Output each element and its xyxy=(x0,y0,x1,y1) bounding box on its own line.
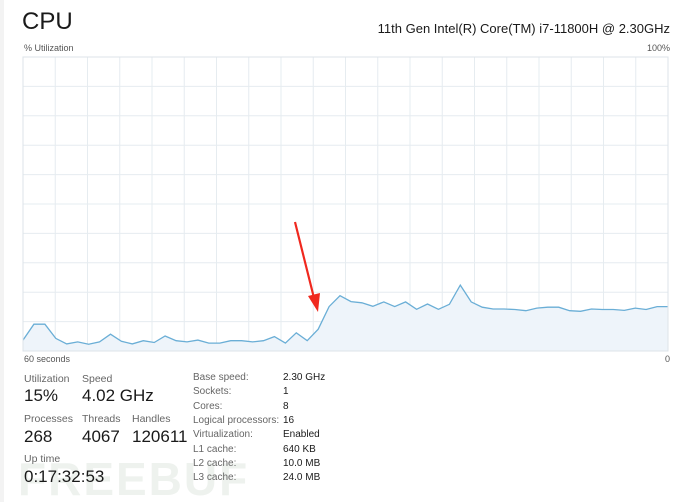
utilization-label: Utilization xyxy=(24,373,70,385)
threads-label: Threads xyxy=(82,413,121,425)
speed-label: Speed xyxy=(82,373,113,385)
red-arrow-annotation xyxy=(293,221,320,312)
processes-value: 268 xyxy=(24,427,53,446)
cpu-performance-panel: FREEBUF CPU 11th Gen Intel(R) Core(TM) i… xyxy=(0,0,690,502)
uptime-value: 0:17:32:53 xyxy=(24,467,105,486)
processes-label: Processes xyxy=(24,413,74,425)
threads-value: 4067 xyxy=(82,427,120,446)
handles-label: Handles xyxy=(132,413,171,425)
x-left-label: 60 seconds xyxy=(24,354,71,364)
x-right-label: 0 xyxy=(665,354,671,364)
handles-value: 120611 xyxy=(132,427,188,446)
speed-value: 4.02 GHz xyxy=(82,386,154,405)
uptime-label: Up time xyxy=(24,453,61,465)
utilization-value: 15% xyxy=(24,386,59,405)
